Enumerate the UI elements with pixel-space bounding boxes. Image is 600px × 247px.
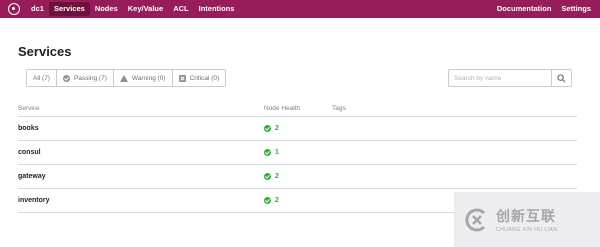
filter-all-button[interactable]: All (7) xyxy=(27,70,57,86)
nav-left: dc1 Services Nodes Key/Value ACL Intenti… xyxy=(26,0,239,18)
health-filter-group: All (7) Passing (7) Warning (0) Critical… xyxy=(26,69,227,87)
nav-item-acl[interactable]: ACL xyxy=(168,2,193,16)
health-count: 2 xyxy=(275,173,279,180)
nav-item-documentation[interactable]: Documentation xyxy=(492,2,557,16)
watermark-text: 创新互联 CHUANG XIN HU LIAN xyxy=(496,206,558,233)
node-health: 1 xyxy=(264,149,332,156)
nav-item-key-value[interactable]: Key/Value xyxy=(123,2,168,16)
filter-warning-button[interactable]: Warning (0) xyxy=(113,70,173,86)
watermark: 创新互联 CHUANG XIN HU LIAN xyxy=(454,192,600,247)
watermark-en: CHUANG XIN HU LIAN xyxy=(496,227,558,233)
nav-item-nodes[interactable]: Nodes xyxy=(90,2,123,16)
node-health: 2 xyxy=(264,173,332,180)
passing-check-icon xyxy=(264,173,271,180)
search-input[interactable] xyxy=(449,70,551,86)
table-header: Service Node Health Tags xyxy=(18,100,577,117)
filter-warning-label: Warning (0) xyxy=(131,74,166,82)
service-name[interactable]: books xyxy=(18,125,264,132)
passing-check-icon xyxy=(264,149,271,156)
search-box xyxy=(448,69,572,87)
search-button[interactable] xyxy=(551,70,571,86)
filter-passing-button[interactable]: Passing (7) xyxy=(56,70,114,86)
search-icon xyxy=(557,73,566,82)
service-name[interactable]: gateway xyxy=(18,173,264,180)
watermark-logo-icon xyxy=(465,208,486,231)
watermark-cn: 创新互联 xyxy=(496,208,556,224)
nav-item-services[interactable]: Services xyxy=(48,2,90,16)
nav-right: Documentation Settings xyxy=(492,2,596,16)
top-nav: dc1 Services Nodes Key/Value ACL Intenti… xyxy=(0,0,600,18)
table-row[interactable]: gateway 2 xyxy=(18,165,577,189)
nav-item-intentions[interactable]: Intentions xyxy=(194,2,240,16)
column-header-service: Service xyxy=(18,104,40,112)
table-row[interactable]: consul 1 xyxy=(18,141,577,165)
filter-passing-label: Passing (7) xyxy=(73,74,107,82)
table-row[interactable]: books 2 xyxy=(18,117,577,141)
health-count: 2 xyxy=(275,197,279,204)
warning-triangle-icon xyxy=(119,74,128,82)
service-name[interactable]: consul xyxy=(18,149,264,156)
filter-critical-label: Critical (0) xyxy=(189,74,220,82)
filter-all-label: All (7) xyxy=(33,74,50,82)
nav-item-settings[interactable]: Settings xyxy=(556,2,596,16)
health-count: 2 xyxy=(275,125,279,132)
critical-x-icon xyxy=(178,74,186,82)
page-title: Services xyxy=(18,44,72,59)
node-health: 2 xyxy=(264,125,332,132)
node-health: 2 xyxy=(264,197,332,204)
datacenter-selector[interactable]: dc1 xyxy=(26,2,49,16)
consul-logo-icon[interactable] xyxy=(8,3,20,15)
filter-critical-button[interactable]: Critical (0) xyxy=(172,70,226,86)
check-circle-icon xyxy=(62,74,70,82)
column-header-node-health: Node Health xyxy=(264,104,301,112)
passing-check-icon xyxy=(264,197,271,204)
health-count: 1 xyxy=(275,149,279,156)
column-header-tags: Tags xyxy=(332,104,346,112)
service-name[interactable]: inventory xyxy=(18,197,264,204)
passing-check-icon xyxy=(264,125,271,132)
